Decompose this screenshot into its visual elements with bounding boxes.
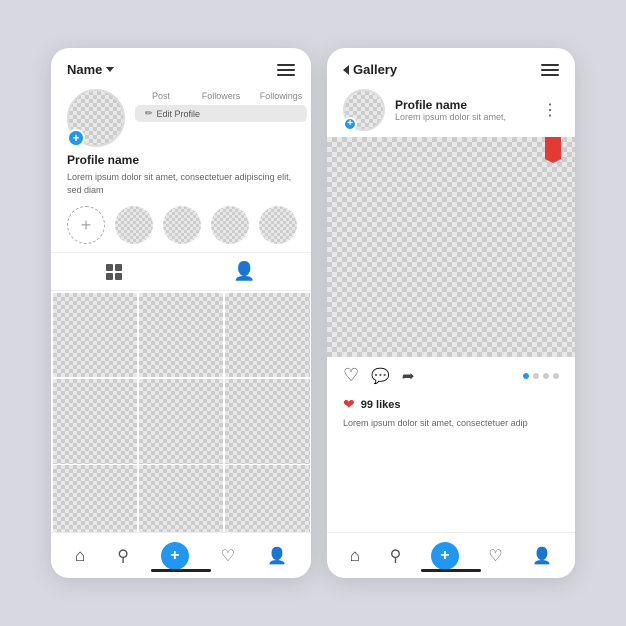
hamburger-line [541, 64, 559, 66]
stat-followers: Followers [195, 91, 247, 101]
right-profile-name: Profile name [395, 98, 532, 112]
stories-row: + [51, 202, 311, 252]
right-nav-underline [421, 569, 481, 572]
bottom-nav: ⌂ ⚲ + ♡ 👤 [51, 532, 311, 578]
user-icon: 👤 [267, 546, 287, 566]
post-image[interactable] [327, 137, 575, 357]
carousel-indicator [523, 373, 559, 379]
right-nav-home-button[interactable]: ⌂ [350, 546, 360, 566]
right-nav-user-button[interactable]: 👤 [532, 546, 552, 566]
avatar-wrap: + [67, 89, 125, 147]
stats-row: Post Followers Followings [135, 91, 307, 101]
heart-red-icon: ❤ [343, 396, 355, 413]
post-cell-5[interactable] [139, 379, 224, 464]
profile-name-header[interactable]: Name [67, 62, 114, 77]
options-button[interactable]: ⋮ [542, 100, 559, 120]
likes-row: ❤ 99 likes [327, 394, 575, 417]
nav-user-button[interactable]: 👤 [267, 546, 287, 566]
story-circle-2[interactable] [163, 206, 201, 244]
post-cell-3[interactable] [225, 293, 310, 378]
post-cell-6[interactable] [225, 379, 310, 464]
right-profile-row: + Profile name Lorem ipsum dolor sit ame… [327, 85, 575, 137]
heart-icon: ♡ [488, 546, 502, 566]
stat-post: Post [135, 91, 187, 101]
avatar-add-button[interactable]: + [67, 129, 85, 147]
profile-bio: Lorem ipsum dolor sit amet, consectetuer… [51, 171, 311, 202]
hamburger-line [277, 64, 295, 66]
header-name-label: Name [67, 62, 102, 77]
posts-grid [51, 291, 311, 551]
nav-heart-button[interactable]: ♡ [221, 546, 235, 566]
right-profile-sub: Lorem ipsum dolor sit amet, [395, 112, 532, 122]
dot-2 [533, 373, 539, 379]
right-bottom-nav: ⌂ ⚲ + ♡ 👤 [327, 532, 575, 578]
stat-followings: Followings [255, 91, 307, 101]
nav-add-button[interactable]: + [161, 542, 189, 570]
chevron-down-icon [106, 67, 114, 72]
nav-home-button[interactable]: ⌂ [75, 546, 85, 566]
profile-section: + Post Followers Followings [51, 85, 311, 153]
hamburger-line [277, 69, 295, 71]
story-circle-4[interactable] [259, 206, 297, 244]
grid-cell [115, 273, 122, 280]
right-avatar-wrap: + [343, 89, 385, 131]
post-cell-2[interactable] [139, 293, 224, 378]
search-icon: ⚲ [117, 546, 129, 566]
nav-search-button[interactable]: ⚲ [117, 546, 129, 566]
dot-4 [553, 373, 559, 379]
grid-cell [115, 264, 122, 271]
share-button[interactable]: ➦ [402, 367, 415, 385]
gallery-label: Gallery [353, 62, 397, 77]
pencil-icon: ✏ [145, 108, 153, 119]
post-cell-4[interactable] [53, 379, 138, 464]
nav-underline [151, 569, 211, 572]
search-icon: ⚲ [390, 546, 402, 566]
story-circle-3[interactable] [211, 206, 249, 244]
hamburger-menu[interactable] [277, 64, 295, 76]
chevron-left-icon [343, 65, 349, 75]
right-profile-info: Profile name Lorem ipsum dolor sit amet, [395, 98, 532, 122]
user-icon: 👤 [532, 546, 552, 566]
action-bar: ♡ 💬 ➦ [327, 357, 575, 394]
right-avatar-add-button[interactable]: + [343, 117, 357, 131]
post-caption: Lorem ipsum dolor sit amet, consectetuer… [327, 417, 575, 436]
home-icon: ⌂ [75, 546, 85, 566]
right-header: Gallery [327, 48, 575, 85]
heart-icon: ♡ [221, 546, 235, 566]
edit-profile-button[interactable]: ✏ Edit Profile [135, 105, 307, 122]
right-nav-add-button[interactable]: + [431, 542, 459, 570]
profile-tabs: 👤 [51, 252, 311, 291]
profile-display-name: Profile name [51, 153, 311, 171]
back-button[interactable]: Gallery [343, 62, 397, 77]
hamburger-line [541, 74, 559, 76]
dot-1 [523, 373, 529, 379]
grid-cell [106, 273, 113, 280]
stat-post-label: Post [152, 91, 170, 101]
right-phone: Gallery + Profile name Lorem ipsum dolor… [327, 48, 575, 578]
hamburger-line [541, 69, 559, 71]
grid-cell [106, 264, 113, 271]
stats-area: Post Followers Followings ✏ Edit Profile [135, 89, 307, 122]
story-circle-1[interactable] [115, 206, 153, 244]
likes-count: 99 likes [361, 399, 401, 411]
stat-followers-label: Followers [202, 91, 241, 101]
comment-button[interactable]: 💬 [371, 367, 390, 385]
hamburger-line [277, 74, 295, 76]
like-button[interactable]: ♡ [343, 365, 359, 386]
right-hamburger-menu[interactable] [541, 64, 559, 76]
dot-3 [543, 373, 549, 379]
left-header: Name [51, 48, 311, 85]
bookmark-icon[interactable] [545, 137, 561, 163]
add-story-button[interactable]: + [67, 206, 105, 244]
post-cell-1[interactable] [53, 293, 138, 378]
left-phone: Name + Post [51, 48, 311, 578]
edit-profile-label: Edit Profile [157, 109, 201, 119]
tab-person-icon[interactable]: 👤 [233, 261, 255, 282]
right-nav-search-button[interactable]: ⚲ [390, 546, 402, 566]
stat-followings-label: Followings [260, 91, 303, 101]
tab-grid-icon[interactable] [106, 264, 122, 280]
home-icon: ⌂ [350, 546, 360, 566]
right-nav-heart-button[interactable]: ♡ [488, 546, 502, 566]
